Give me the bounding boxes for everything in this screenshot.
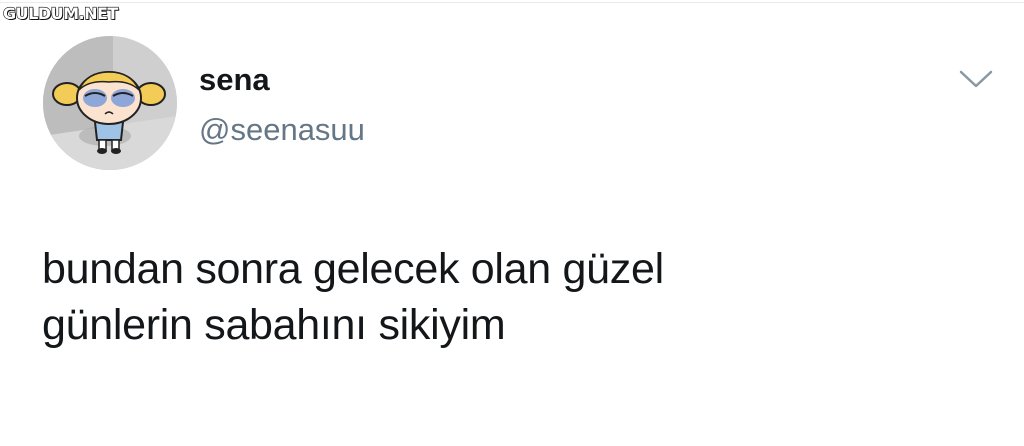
author-handle[interactable]: @seenasuu: [199, 112, 365, 148]
tweet-text: bundan sonra gelecek olan güzel günlerin…: [42, 241, 982, 353]
site-watermark: GULDUM.NET: [2, 3, 119, 23]
chevron-down-icon[interactable]: [957, 66, 995, 92]
avatar[interactable]: [43, 36, 177, 170]
tweet-text-line: bundan sonra gelecek olan güzel: [42, 245, 664, 293]
tweet-text-line: günlerin sabahını sikiyim: [42, 301, 506, 349]
top-divider: [0, 2, 1024, 3]
cartoon-girl-avatar-icon: [43, 36, 177, 170]
author-display-name[interactable]: sena: [199, 62, 270, 98]
